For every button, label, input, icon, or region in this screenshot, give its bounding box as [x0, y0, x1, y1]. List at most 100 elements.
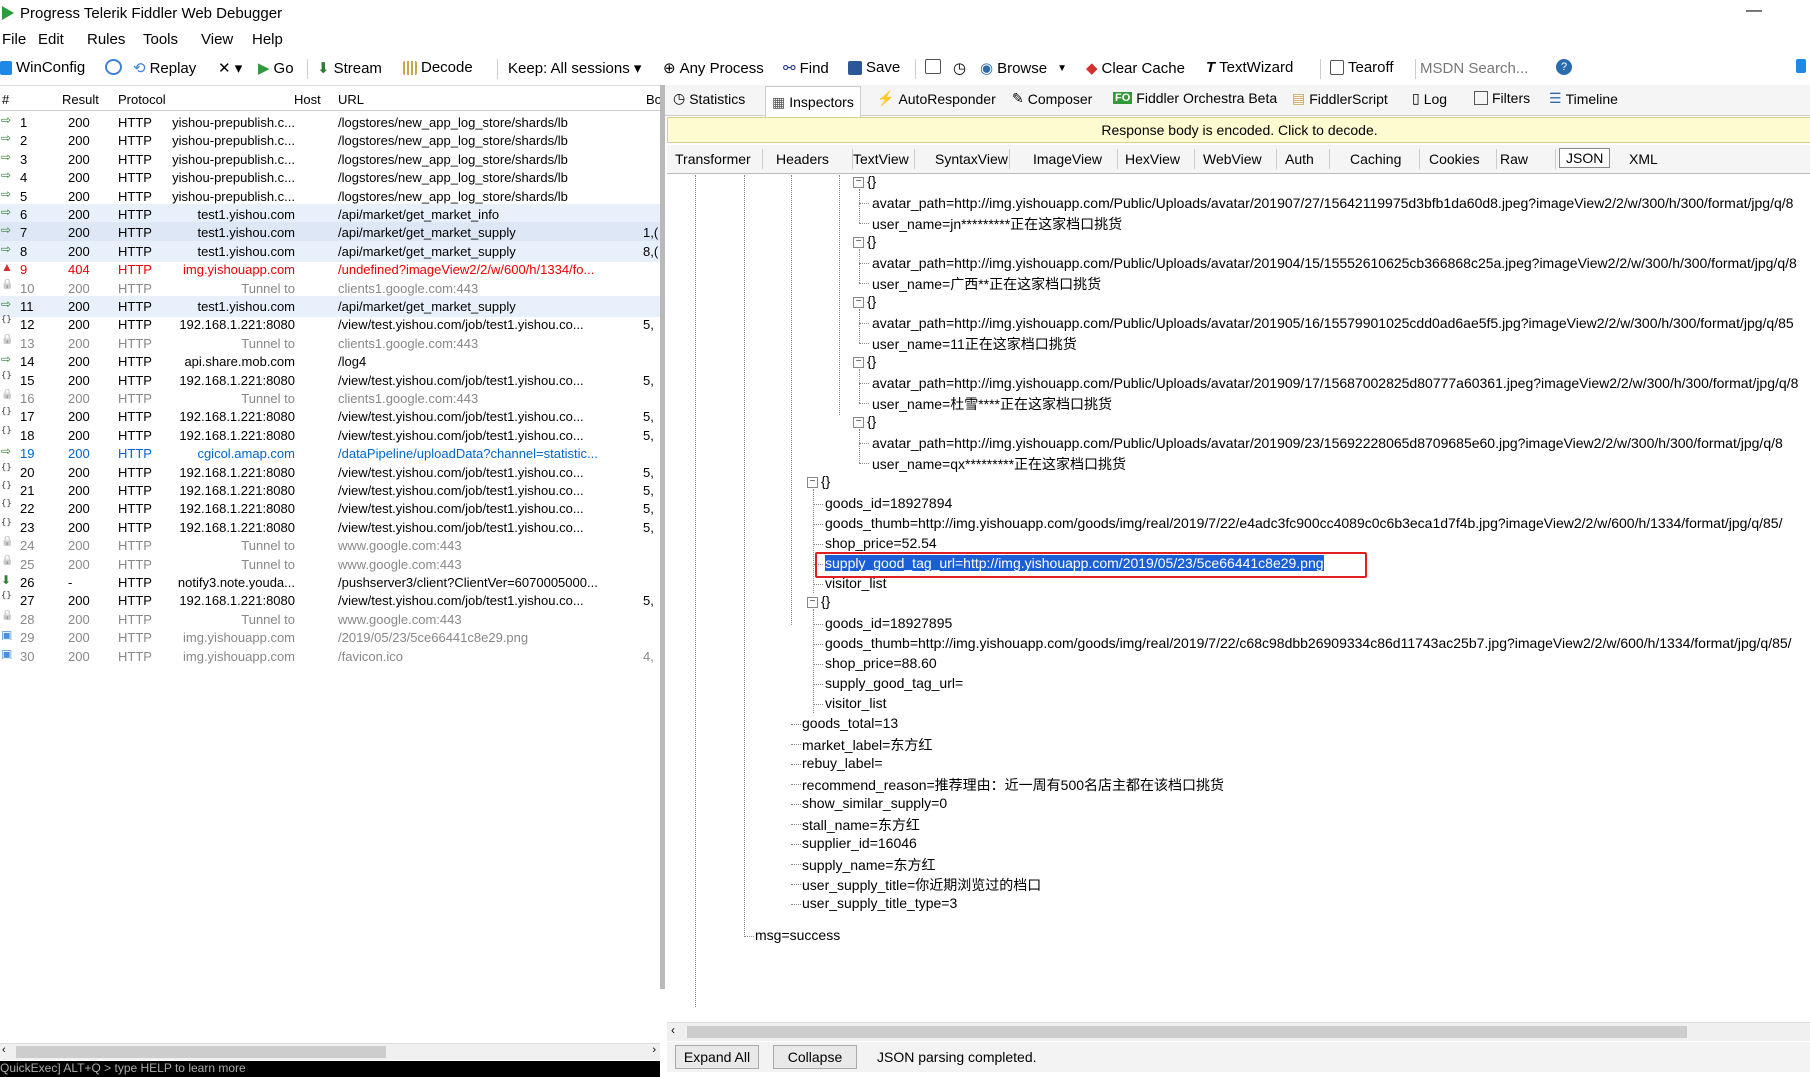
json-node[interactable]: supply_good_tag_url= [825, 675, 963, 691]
json-node[interactable]: avatar_path=http://img.yishouapp.com/Pub… [872, 315, 1794, 331]
json-node[interactable]: avatar_path=http://img.yishouapp.com/Pub… [872, 435, 1783, 451]
scroll-left-icon[interactable]: ‹ [671, 1023, 675, 1037]
tab-inspectors[interactable]: ▦ Inspectors [765, 86, 861, 117]
json-node[interactable]: goods_total=13 [802, 715, 898, 731]
tab-filters[interactable]: Filters [1474, 90, 1530, 106]
decode-button[interactable]: Decode [403, 59, 473, 76]
json-node[interactable]: show_similar_supply=0 [802, 795, 947, 811]
col-host[interactable]: Host [294, 92, 321, 107]
quickexec-input[interactable]: QuickExec] ALT+Q > type HELP to learn mo… [0, 1061, 660, 1077]
tab-timeline[interactable]: ☰ Timeline [1549, 90, 1618, 107]
replay-button[interactable]: ⟲ Replay [133, 59, 196, 78]
textwizard-button[interactable]: T TextWizard [1206, 59, 1293, 76]
tab-caching[interactable]: Caching [1350, 151, 1401, 167]
save-button[interactable]: Save [848, 59, 900, 76]
collapse-button[interactable]: Collapse [773, 1045, 857, 1069]
json-node[interactable]: stall_name=东方红 [802, 815, 920, 835]
menu-tools[interactable]: Tools [143, 31, 178, 48]
screenshot-button[interactable] [925, 59, 941, 74]
json-node[interactable]: user_name=杜雪****正在这家档口挑货 [872, 394, 1112, 414]
tab-xml[interactable]: XML [1629, 151, 1658, 167]
json-node[interactable]: user_name=11正在这家档口挑货 [872, 334, 1077, 354]
json-node[interactable]: avatar_path=http://img.yishouapp.com/Pub… [872, 375, 1798, 391]
col-protocol[interactable]: Protocol [118, 92, 166, 107]
clear-cache-button[interactable]: ◆ Clear Cache [1086, 59, 1185, 78]
any-process-button[interactable]: ⊕ Any Process [663, 59, 764, 78]
tab-syntaxview[interactable]: SyntaxView [935, 151, 1008, 167]
timer-button[interactable]: ◷ [953, 59, 966, 77]
collapse-toggle-icon[interactable]: − [807, 477, 818, 488]
sessions-horizontal-scrollbar[interactable]: ‹ › [0, 1043, 660, 1060]
tab-statistics[interactable]: ◷ Statistics [673, 90, 745, 107]
browse-button[interactable]: ◉ Browse ▼ [980, 59, 1067, 78]
tab-json[interactable]: JSON [1559, 148, 1611, 168]
json-node[interactable]: rebuy_label= [802, 755, 883, 771]
collapse-toggle-icon[interactable]: − [853, 237, 864, 248]
col-result[interactable]: Result [62, 92, 99, 107]
help-button[interactable]: ? [1556, 59, 1572, 75]
tab-textview[interactable]: TextView [853, 151, 909, 167]
tab-imageview[interactable]: ImageView [1033, 151, 1102, 167]
col-url[interactable]: URL [338, 92, 364, 107]
json-node[interactable]: goods_thumb=http://img.yishouapp.com/goo… [825, 515, 1782, 531]
tab-autoresponder[interactable]: ⚡ AutoResponder [877, 90, 996, 107]
tab-fiddler-orchestra[interactable]: FO Fiddler Orchestra Beta [1113, 90, 1277, 106]
tab-log[interactable]: ▯ Log [1412, 90, 1447, 107]
json-node[interactable]: shop_price=88.60 [825, 655, 937, 671]
collapse-toggle-icon[interactable]: − [853, 297, 864, 308]
json-node[interactable]: user_supply_title_type=3 [802, 895, 957, 911]
decode-notice-bar[interactable]: Response body is encoded. Click to decod… [667, 117, 1810, 143]
json-node[interactable]: avatar_path=http://img.yishouapp.com/Pub… [872, 195, 1793, 211]
scrollbar-thumb[interactable] [687, 1026, 1687, 1038]
json-node[interactable]: user_name=jn*********正在这家档口挑货 [872, 214, 1122, 234]
menu-view[interactable]: View [201, 31, 233, 48]
json-horizontal-scrollbar[interactable]: ‹ [667, 1022, 1810, 1041]
json-node[interactable]: goods_thumb=http://img.yishouapp.com/goo… [825, 635, 1792, 651]
json-node[interactable]: visitor_list [825, 695, 886, 711]
menu-edit[interactable]: Edit [38, 31, 64, 48]
expand-all-button[interactable]: Expand All [675, 1045, 759, 1069]
msdn-search-input[interactable]: MSDN Search... [1420, 57, 1550, 81]
json-node[interactable]: avatar_path=http://img.yishouapp.com/Pub… [872, 255, 1797, 271]
tab-webview[interactable]: WebView [1203, 151, 1262, 167]
tearoff-button[interactable]: Tearoff [1330, 59, 1394, 76]
collapse-toggle-icon[interactable]: − [853, 177, 864, 188]
json-node[interactable]: supply_name=东方红 [802, 855, 935, 875]
tab-hexview[interactable]: HexView [1125, 151, 1180, 167]
json-node[interactable]: user_name=广西**正在这家档口挑货 [872, 274, 1101, 294]
json-node[interactable]: goods_id=18927894 [825, 495, 952, 511]
toolbar-overflow[interactable] [1796, 59, 1806, 73]
find-button[interactable]: ⚯ Find [783, 59, 829, 78]
json-node[interactable]: msg=success [755, 927, 840, 943]
collapse-toggle-icon[interactable]: − [853, 357, 864, 368]
keep-sessions-dropdown[interactable]: Keep: All sessions ▾ [508, 59, 641, 77]
menu-rules[interactable]: Rules [87, 31, 125, 48]
json-node[interactable]: shop_price=52.54 [825, 535, 937, 551]
scroll-right-icon[interactable]: › [652, 1044, 656, 1056]
session-row[interactable]: ▣ 30 200 HTTP img.yishouapp.com/favicon.ico 4… [0, 646, 660, 667]
menu-help[interactable]: Help [252, 31, 283, 48]
comment-button[interactable] [105, 59, 122, 75]
scrollbar-thumb[interactable] [16, 1046, 386, 1058]
tab-auth[interactable]: Auth [1285, 151, 1314, 167]
col-id[interactable]: # [2, 92, 9, 107]
collapse-toggle-icon[interactable]: − [807, 597, 818, 608]
json-node[interactable]: user_supply_title=你近期浏览过的档口 [802, 875, 1041, 895]
json-node[interactable]: recommend_reason=推荐理由：近一周有500名店主都在该档口挑货 [802, 775, 1224, 795]
tab-headers[interactable]: Headers [776, 151, 829, 167]
json-node[interactable]: supplier_id=16046 [802, 835, 917, 851]
minimize-button[interactable]: — [1746, 2, 1762, 20]
scroll-left-icon[interactable]: ‹ [2, 1044, 6, 1056]
collapse-toggle-icon[interactable]: − [853, 417, 864, 428]
json-node[interactable]: goods_id=18927895 [825, 615, 952, 631]
tab-cookies[interactable]: Cookies [1429, 151, 1480, 167]
menu-file[interactable]: File [2, 31, 26, 48]
go-button[interactable]: ▶ Go [258, 59, 294, 78]
tab-transformer[interactable]: Transformer [675, 151, 751, 167]
json-node[interactable]: market_label=东方红 [802, 735, 932, 755]
stream-button[interactable]: ⬇ Stream [317, 59, 382, 78]
json-node[interactable]: user_name=qx*********正在这家档口挑货 [872, 454, 1126, 474]
tab-composer[interactable]: ✎ Composer [1012, 90, 1092, 107]
tab-raw[interactable]: Raw [1500, 151, 1528, 167]
tab-fiddlerscript[interactable]: ▤ FiddlerScript [1292, 90, 1388, 107]
